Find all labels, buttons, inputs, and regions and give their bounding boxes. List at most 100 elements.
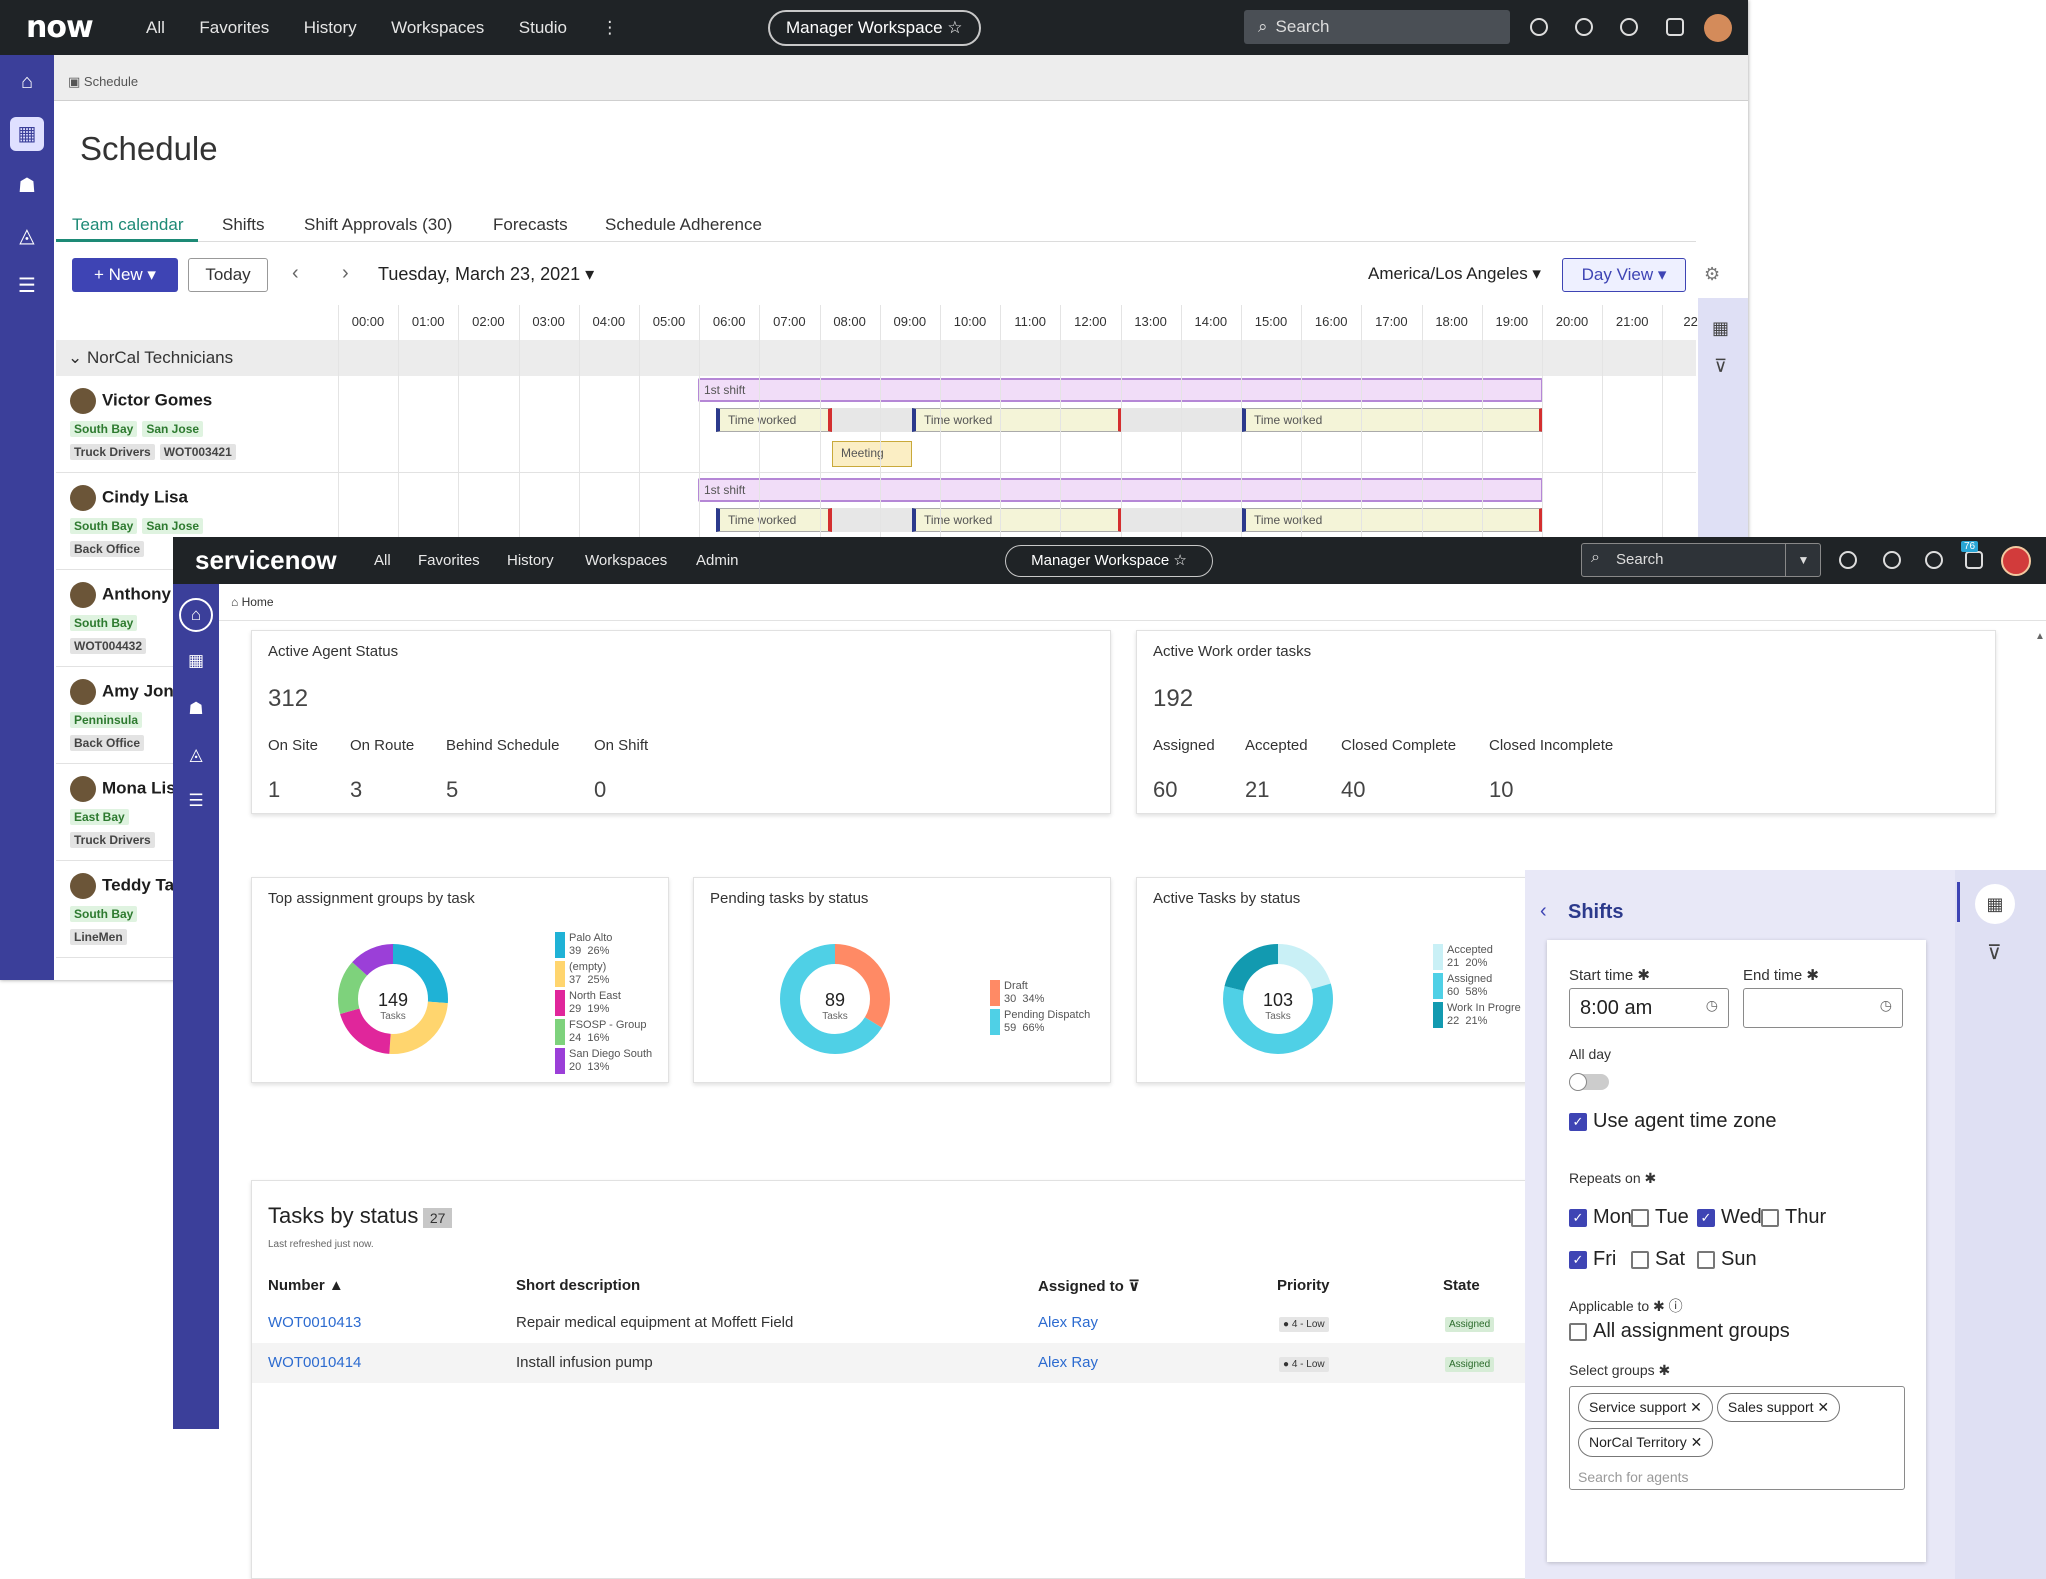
globe-icon[interactable] — [1839, 551, 1857, 569]
column-header-assigned[interactable]: Assigned to ⊽ — [1038, 1277, 1140, 1295]
technician-name[interactable]: Victor Gomes — [102, 390, 212, 409]
nav-workspaces[interactable]: Workspaces — [585, 552, 667, 569]
column-header-priority[interactable]: Priority — [1277, 1277, 1330, 1294]
checkbox-checked[interactable]: ✓ — [1569, 1250, 1587, 1269]
checkbox-checked[interactable]: ✓ — [1697, 1208, 1715, 1227]
bell-icon[interactable] — [1965, 551, 1983, 569]
group-chip[interactable]: NorCal Territory ✕ — [1578, 1428, 1714, 1457]
group-chip[interactable]: Service support ✕ — [1578, 1393, 1713, 1422]
next-day-icon[interactable]: › — [342, 262, 349, 285]
avatar[interactable] — [70, 388, 96, 414]
nav-workspaces[interactable]: Workspaces — [391, 18, 484, 37]
day-checkbox-sun[interactable]: Sun — [1697, 1248, 1757, 1271]
task-number-link[interactable]: WOT0010414 — [268, 1354, 361, 1371]
nav-all[interactable]: All — [374, 552, 391, 569]
all-groups-checkbox-row[interactable]: All assignment groups — [1569, 1320, 1790, 1343]
technician-name[interactable]: Cindy Lisa — [102, 487, 188, 506]
clock-icon[interactable]: ◷ — [1880, 997, 1892, 1014]
more-vertical-icon[interactable]: ⋮ — [601, 18, 618, 37]
checkbox-unchecked[interactable] — [1631, 1208, 1649, 1227]
globe-icon[interactable] — [1530, 18, 1548, 36]
timezone-select[interactable]: America/Los Angeles ▾ — [1368, 264, 1541, 284]
day-checkbox-sat[interactable]: Sat — [1631, 1248, 1685, 1271]
search-input[interactable]: ⌕ Search — [1244, 10, 1510, 44]
technician-name[interactable]: Anthony — [102, 584, 171, 603]
clock-icon[interactable]: ◷ — [1706, 997, 1718, 1014]
legend-item[interactable]: Accepted 21 20% — [1433, 944, 1521, 971]
nav-all[interactable]: All — [146, 18, 165, 37]
time-worked-bar[interactable]: Time worked — [1242, 508, 1543, 532]
time-worked-bar[interactable]: Time worked — [1242, 408, 1543, 432]
tab-schedule-adherence[interactable]: Schedule Adherence — [605, 215, 762, 235]
checkbox-unchecked[interactable] — [1761, 1208, 1779, 1227]
kpi-value[interactable]: 5 — [446, 777, 458, 803]
technician-name[interactable]: Amy Jone — [102, 681, 183, 700]
legend-item[interactable]: North East 29 19% — [555, 990, 652, 1017]
checkbox-checked[interactable]: ✓ — [1569, 1208, 1587, 1227]
list-icon[interactable]: ☰ — [185, 790, 207, 812]
technician-row[interactable]: Anthony South Bay WOT004432 — [70, 582, 171, 655]
learning-icon[interactable]: ◬ — [13, 223, 41, 249]
kpi-value[interactable]: 1 — [268, 777, 280, 803]
chat-icon[interactable] — [1883, 551, 1901, 569]
assigned-to-link[interactable]: Alex Ray — [1038, 1314, 1098, 1331]
assigned-to-link[interactable]: Alex Ray — [1038, 1354, 1098, 1371]
legend-item[interactable]: (empty) 37 25% — [555, 961, 652, 988]
bell-icon[interactable] — [1666, 18, 1684, 36]
calendar-icon[interactable]: ▦ — [185, 650, 207, 672]
time-worked-bar[interactable]: Time worked — [912, 508, 1122, 532]
column-header-state[interactable]: State — [1443, 1277, 1480, 1294]
servicenow-logo[interactable]: servicenow — [195, 545, 337, 576]
legend-item[interactable]: Assigned 60 58% — [1433, 973, 1521, 1000]
calendar-clock-icon[interactable]: ▦ — [1975, 884, 2015, 924]
date-picker[interactable]: Tuesday, March 23, 2021 ▾ — [378, 264, 594, 285]
help-icon[interactable] — [1925, 551, 1943, 569]
back-chevron-icon[interactable]: ‹ — [1540, 900, 1547, 923]
kpi-value[interactable]: 40 — [1341, 777, 1365, 803]
calendar-clock-icon[interactable]: ▦ — [1712, 318, 1729, 339]
legend-item[interactable]: Pending Dispatch 59 66% — [990, 1009, 1090, 1036]
time-worked-bar[interactable]: Time worked — [912, 408, 1122, 432]
legend-item[interactable]: FSOSP - Group 24 16% — [555, 1019, 652, 1046]
tab-shift-approvals[interactable]: Shift Approvals (30) — [304, 215, 452, 235]
calendar-icon[interactable]: ▦ — [10, 117, 44, 151]
checkbox-unchecked[interactable] — [1631, 1250, 1649, 1269]
search-scope-dropdown[interactable]: ▼ — [1785, 543, 1821, 577]
kpi-value[interactable]: 0 — [594, 777, 606, 803]
workspace-pill[interactable]: Manager Workspace ☆ — [768, 10, 981, 46]
nav-favorites[interactable]: Favorites — [199, 18, 269, 37]
time-worked-bar[interactable]: Time worked — [716, 408, 832, 432]
group-multiselect[interactable]: Service support ✕ Sales support ✕NorCal T… — [1569, 1386, 1905, 1490]
technician-row[interactable]: Mona Lis East Bay Truck Drivers — [70, 776, 176, 849]
workspace-pill[interactable]: Manager Workspace ☆ — [1005, 545, 1213, 577]
prev-day-icon[interactable]: ‹ — [292, 262, 299, 285]
table-row[interactable]: WOT0010413 Repair medical equipment at M… — [252, 1303, 1555, 1343]
day-checkbox-wed[interactable]: ✓ Wed — [1697, 1206, 1762, 1229]
now-logo[interactable]: now — [26, 10, 116, 45]
technician-row[interactable]: Amy Jone Penninsula Back Office — [70, 679, 183, 752]
tab-forecasts[interactable]: Forecasts — [493, 215, 568, 235]
filter-icon[interactable]: ⊽ — [1714, 356, 1727, 377]
avatar[interactable] — [2001, 546, 2031, 576]
legend-item[interactable]: San Diego South 20 13% — [555, 1048, 652, 1075]
day-view-button[interactable]: Day View ▾ — [1562, 258, 1686, 292]
technician-name[interactable]: Teddy Ta — [102, 875, 174, 894]
table-row[interactable]: WOT0010414 Install infusion pump Alex Ra… — [252, 1343, 1555, 1383]
filter-icon[interactable]: ⊽ — [1987, 940, 2002, 965]
column-header-number[interactable]: Number ▲ — [268, 1277, 344, 1294]
day-checkbox-tue[interactable]: Tue — [1631, 1206, 1689, 1229]
nav-history[interactable]: History — [507, 552, 554, 569]
nav-favorites[interactable]: Favorites — [418, 552, 480, 569]
today-button[interactable]: Today — [188, 258, 268, 292]
team-icon[interactable]: ☗ — [185, 698, 207, 720]
agent-timezone-checkbox-row[interactable]: ✓ Use agent time zone — [1569, 1110, 1776, 1133]
column-header-description[interactable]: Short description — [516, 1277, 640, 1294]
new-button[interactable]: + New ▾ — [72, 258, 178, 292]
learning-icon[interactable]: ◬ — [185, 744, 207, 766]
kpi-value[interactable]: 60 — [1153, 777, 1177, 803]
day-checkbox-mon[interactable]: ✓ Mon — [1569, 1206, 1632, 1229]
list-icon[interactable]: ☰ — [13, 273, 41, 299]
avatar[interactable] — [70, 485, 96, 511]
checkbox-unchecked[interactable] — [1697, 1250, 1715, 1269]
home-icon[interactable]: ⌂ — [13, 69, 41, 95]
